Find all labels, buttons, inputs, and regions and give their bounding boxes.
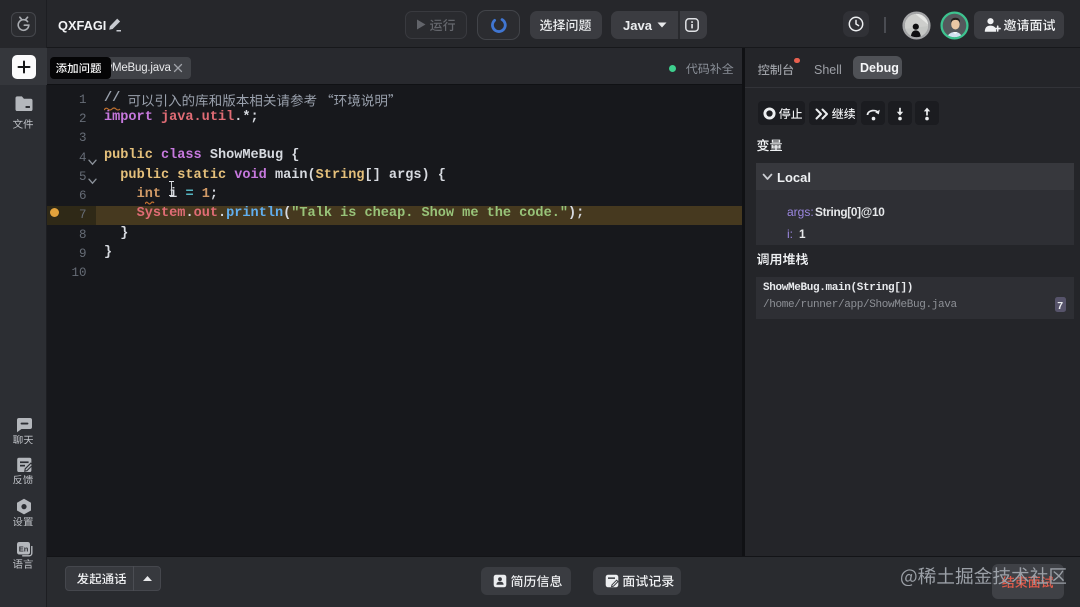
svg-text:En: En: [18, 544, 28, 553]
